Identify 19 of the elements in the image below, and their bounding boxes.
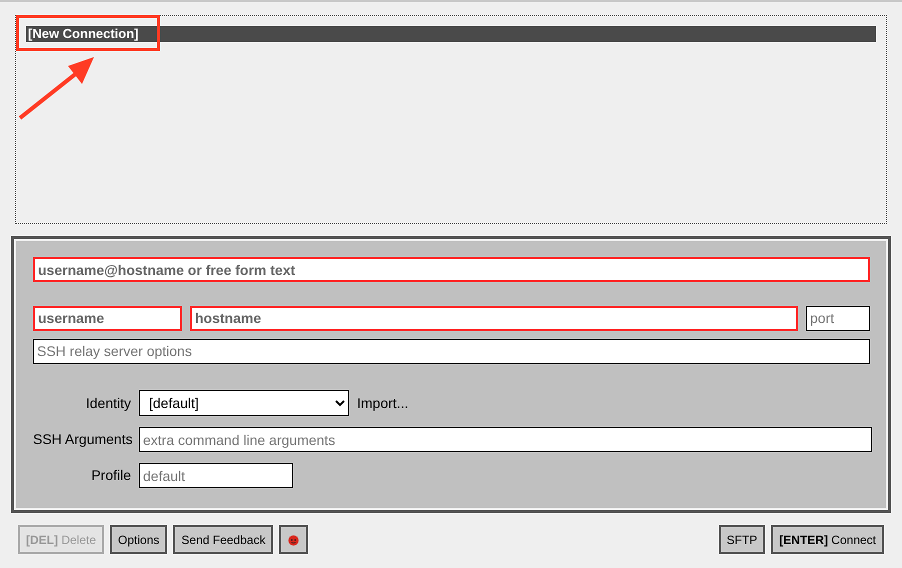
action-button[interactable]: [ENTER] Connect <box>771 525 884 554</box>
devil-icon <box>287 532 300 546</box>
hostname-field[interactable]: hostname <box>190 306 798 330</box>
username-field[interactable]: username <box>33 306 182 330</box>
action-button[interactable]: Options <box>110 525 168 554</box>
import-link[interactable]: Import... <box>357 392 408 414</box>
profile-field[interactable]: default <box>139 463 293 488</box>
field-label: Profile <box>90 466 131 485</box>
devil-button[interactable] <box>279 525 308 554</box>
action-button[interactable]: SFTP <box>718 525 766 554</box>
ssh-arguments-field[interactable]: extra command line arguments <box>139 427 872 452</box>
field-label: Identity <box>84 394 131 413</box>
relay-field[interactable]: SSH relay server options <box>33 338 870 364</box>
field-label: SSH Arguments <box>33 430 131 449</box>
action-button[interactable]: Send Feedback <box>173 525 274 554</box>
port-field[interactable]: port <box>806 306 870 330</box>
identity-select[interactable]: [default] <box>139 390 349 416</box>
connection-item[interactable]: [New Connection] <box>26 26 876 42</box>
connection-string-field[interactable]: username@hostname or free form text <box>33 257 870 282</box>
